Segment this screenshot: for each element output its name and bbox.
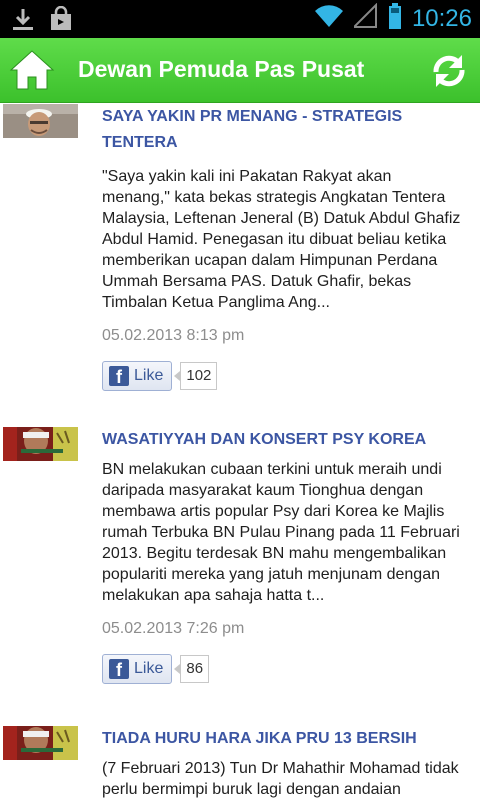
article-date: 05.02.2013 8:13 pm — [102, 327, 245, 344]
like-row: f Like 86 — [102, 654, 462, 684]
article-summary: "Saya yakin kali ini Pakatan Rakyat akan… — [102, 168, 461, 311]
article-summary: BN melakukan cubaan terkini untuk meraih… — [102, 461, 460, 604]
status-bar: 10:26 — [0, 0, 480, 38]
clock: 10:26 — [411, 4, 472, 32]
like-label: Like — [134, 660, 164, 677]
list-item[interactable]: SAYA YAKIN PR MENANG - STRATEGIS TENTERA… — [0, 102, 480, 422]
article-feed[interactable]: SAYA YAKIN PR MENANG - STRATEGIS TENTERA… — [0, 102, 480, 800]
facebook-icon: f — [109, 659, 129, 680]
facebook-icon: f — [109, 366, 129, 387]
refresh-icon[interactable] — [428, 50, 470, 92]
download-icon — [10, 6, 36, 37]
article-headline[interactable]: SAYA YAKIN PR MENANG - STRATEGIS TENTERA — [102, 104, 462, 156]
article-summary: (7 Februari 2013) Tun Dr Mahathir Mohama… — [102, 760, 459, 798]
list-item[interactable]: WASATIYYAH DAN KONSERT PSY KOREA BN mela… — [0, 427, 480, 727]
like-count: 102 — [174, 362, 218, 390]
signal-icon — [351, 2, 378, 34]
home-icon[interactable] — [8, 48, 56, 92]
like-count: 86 — [174, 655, 210, 683]
shopping-bag-icon — [48, 5, 74, 37]
article-headline[interactable]: WASATIYYAH DAN KONSERT PSY KOREA — [102, 427, 462, 453]
article-thumbnail[interactable] — [3, 726, 78, 760]
article-thumbnail[interactable] — [3, 104, 78, 138]
article-headline[interactable]: TIADA HURU HARA JIKA PRU 13 BERSIH — [102, 726, 462, 752]
like-label: Like — [134, 367, 164, 384]
facebook-like-button[interactable]: f Like — [102, 361, 173, 391]
like-row: f Like 102 — [102, 361, 462, 391]
article-thumbnail[interactable] — [3, 427, 78, 461]
list-item[interactable]: TIADA HURU HARA JIKA PRU 13 BERSIH (7 Fe… — [0, 726, 480, 800]
article-date: 05.02.2013 7:26 pm — [102, 620, 245, 637]
battery-icon — [388, 2, 402, 35]
app-bar: Dewan Pemuda Pas Pusat — [0, 38, 480, 103]
app-title: Dewan Pemuda Pas Pusat — [78, 56, 365, 82]
wifi-icon — [314, 3, 344, 34]
facebook-like-button[interactable]: f Like — [102, 654, 173, 684]
